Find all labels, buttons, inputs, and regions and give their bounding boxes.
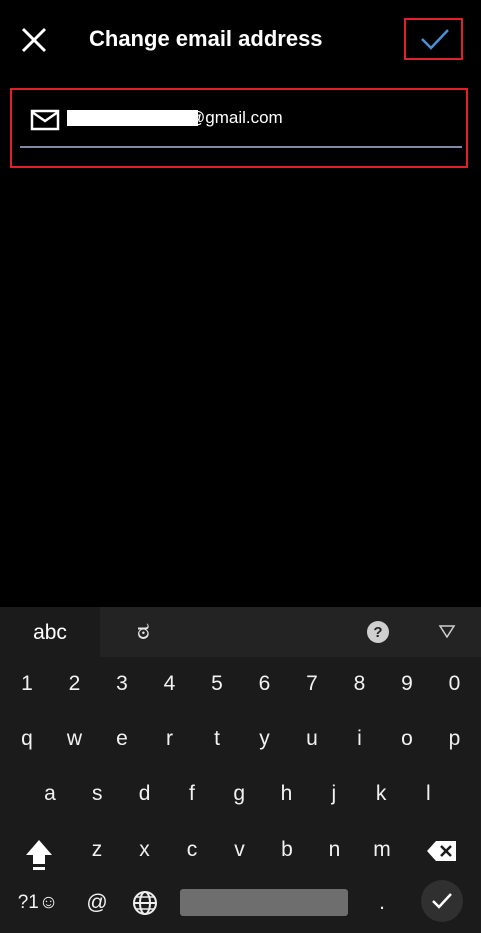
tab-abc[interactable]: abc xyxy=(0,607,100,657)
key-i[interactable]: i xyxy=(340,719,380,759)
key-7[interactable]: 7 xyxy=(292,664,332,704)
app-header: Change email address xyxy=(0,0,481,80)
key-n[interactable]: n xyxy=(315,830,355,870)
checkmark-icon xyxy=(432,893,452,909)
key-f[interactable]: f xyxy=(172,774,212,814)
checkmark-icon xyxy=(421,29,449,50)
save-button[interactable] xyxy=(404,18,463,60)
key-k[interactable]: k xyxy=(361,774,401,814)
spacebar[interactable] xyxy=(180,889,348,916)
close-button[interactable] xyxy=(18,24,50,56)
key-6[interactable]: 6 xyxy=(245,664,285,704)
page-title: Change email address xyxy=(89,26,323,51)
globe-icon[interactable] xyxy=(132,890,158,916)
enter-button[interactable] xyxy=(421,880,463,922)
input-underline xyxy=(20,146,462,148)
key-4[interactable]: 4 xyxy=(150,664,190,704)
key-v[interactable]: v xyxy=(220,830,260,870)
redacted-username xyxy=(67,110,198,126)
at-key[interactable]: @ xyxy=(77,883,117,923)
email-field[interactable]: @gmail.com xyxy=(10,88,468,168)
key-l[interactable]: l xyxy=(408,774,448,814)
key-a[interactable]: a xyxy=(30,774,70,814)
key-3[interactable]: 3 xyxy=(102,664,142,704)
key-2[interactable]: 2 xyxy=(55,664,95,704)
key-o[interactable]: o xyxy=(387,719,427,759)
key-u[interactable]: u xyxy=(292,719,332,759)
key-r[interactable]: r xyxy=(150,719,190,759)
key-p[interactable]: p xyxy=(435,719,475,759)
close-icon xyxy=(21,27,47,53)
key-y[interactable]: y xyxy=(245,719,285,759)
key-0[interactable]: 0 xyxy=(435,664,475,704)
symbols-key[interactable]: ?1☺ xyxy=(13,883,63,923)
key-m[interactable]: m xyxy=(362,830,402,870)
tab-abc-label: abc xyxy=(33,621,67,644)
keyboard-toolbar: abc ಠ ? xyxy=(0,607,481,657)
key-j[interactable]: j xyxy=(314,774,354,814)
key-q[interactable]: q xyxy=(7,719,47,759)
key-5[interactable]: 5 xyxy=(197,664,237,704)
key-t[interactable]: t xyxy=(197,719,237,759)
shift-icon[interactable] xyxy=(24,838,54,872)
help-icon[interactable]: ? xyxy=(367,621,389,643)
period-key[interactable]: . xyxy=(362,883,402,923)
key-e[interactable]: e xyxy=(102,719,142,759)
key-w[interactable]: w xyxy=(55,719,95,759)
mail-icon xyxy=(30,109,60,131)
backspace-icon[interactable] xyxy=(426,839,458,863)
key-h[interactable]: h xyxy=(267,774,307,814)
key-x[interactable]: x xyxy=(125,830,165,870)
svg-text:?: ? xyxy=(373,624,382,641)
key-c[interactable]: c xyxy=(172,830,212,870)
soft-keyboard: abc ಠ ? 1234567890 qwertyuiop asdfghjkl zxc… xyxy=(0,607,481,933)
key-s[interactable]: s xyxy=(77,774,117,814)
key-g[interactable]: g xyxy=(219,774,259,814)
key-9[interactable]: 9 xyxy=(387,664,427,704)
key-8[interactable]: 8 xyxy=(340,664,380,704)
email-input-value[interactable]: @gmail.com xyxy=(188,108,283,128)
key-z[interactable]: z xyxy=(77,830,117,870)
tab-kannada[interactable]: ಠ xyxy=(137,618,150,646)
collapse-keyboard-icon[interactable] xyxy=(438,624,456,638)
key-d[interactable]: d xyxy=(125,774,165,814)
key-b[interactable]: b xyxy=(267,830,307,870)
key-1[interactable]: 1 xyxy=(7,664,47,704)
